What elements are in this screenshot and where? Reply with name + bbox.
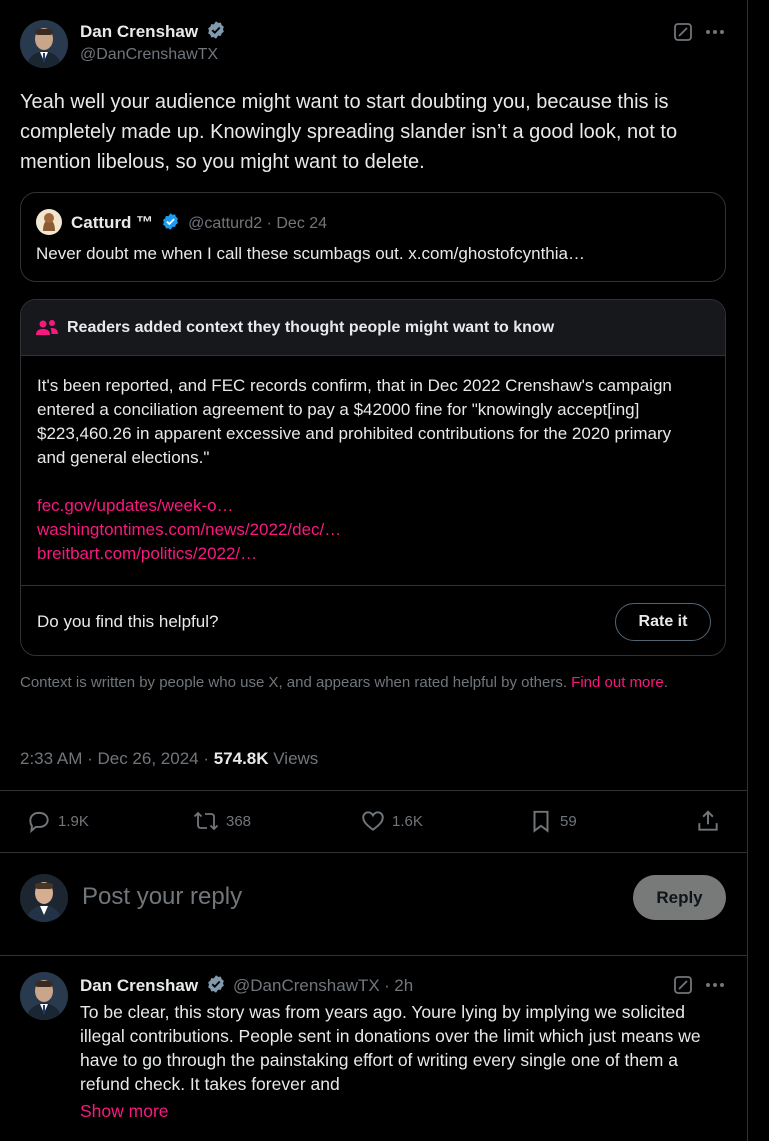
reply-input[interactable]: Post your reply [82, 883, 242, 911]
tweet-timestamp[interactable]: 2:33 AM · Dec 26, 2024 · [20, 749, 214, 768]
bookmark-count: 59 [560, 812, 577, 830]
author-handle[interactable]: @DanCrenshawTX [80, 46, 218, 64]
repost-count: 368 [226, 812, 252, 830]
repost-action[interactable]: 368 [192, 808, 251, 834]
share-icon [698, 810, 718, 831]
show-more-link[interactable]: Show more [80, 1101, 169, 1122]
community-note: Readers added context they thought peopl… [20, 299, 726, 656]
more-icon[interactable] [704, 21, 726, 43]
reply-count: 1.9K [58, 812, 89, 830]
note-source-link-breitbart[interactable]: breitbart.com/politics/2022/… [37, 542, 709, 566]
quote-author-handle: @catturd2 [188, 215, 263, 232]
bookmark-icon [533, 810, 549, 833]
grok-icon[interactable] [672, 21, 694, 43]
find-out-more-link-part2[interactable]: more [630, 674, 664, 691]
author-name[interactable]: Dan Crenshaw [80, 22, 198, 41]
tweet-meta: 2:33 AM · Dec 26, 2024 · 574.8K Views [20, 749, 318, 769]
reply-author-handle[interactable]: @DanCrenshawTX [233, 976, 380, 995]
divider [0, 852, 747, 853]
reply-age[interactable]: 2h [394, 976, 413, 995]
like-icon [362, 811, 384, 831]
find-out-more-link-part1[interactable]: Find out [571, 674, 625, 691]
note-source-link-washingtontimes[interactable]: washingtontimes.com/news/2022/dec/… [37, 518, 709, 542]
divider [0, 790, 747, 791]
quote-date: Dec 24 [276, 215, 328, 232]
repost-icon [193, 811, 219, 831]
quote-separator: · [266, 215, 272, 232]
rate-it-button[interactable]: Rate it [615, 602, 711, 641]
note-source-link-fec[interactable]: fec.gov/updates/week-o… [37, 494, 709, 518]
column-divider [747, 0, 748, 1141]
note-header: Readers added context they thought peopl… [21, 300, 725, 356]
like-action[interactable]: 1.6K [360, 808, 423, 834]
reply-separator: · [384, 976, 390, 995]
note-body-text: It's been reported, and FEC records conf… [37, 376, 672, 467]
people-icon [36, 319, 58, 335]
quote-author-name: Catturd ™ [71, 213, 154, 232]
like-count: 1.6K [392, 812, 423, 830]
note-header-text: Readers added context they thought peopl… [67, 318, 555, 336]
more-icon[interactable] [704, 974, 726, 996]
reply-text: To be clear, this story was from years a… [80, 1002, 701, 1094]
share-action[interactable] [695, 808, 721, 834]
views-label: Views [268, 749, 319, 768]
disclaimer-period: . [663, 674, 668, 691]
grok-icon[interactable] [672, 974, 694, 996]
reply-button[interactable]: Reply [633, 875, 726, 920]
tweet-text: Yeah well your audience might want to st… [20, 91, 678, 173]
quoted-tweet[interactable]: Catturd ™ @catturd2 · Dec 24 Never doubt… [20, 192, 726, 282]
reply-action[interactable]: 1.9K [26, 808, 89, 834]
quote-author-avatar [36, 209, 62, 235]
quote-text: Never doubt me when I call these scumbag… [36, 244, 585, 263]
divider [0, 955, 747, 956]
reply-author-name[interactable]: Dan Crenshaw [80, 976, 198, 995]
current-user-avatar[interactable] [20, 874, 68, 922]
bookmark-action[interactable]: 59 [528, 808, 577, 834]
views-count: 574.8K [213, 749, 269, 768]
reply-icon [29, 811, 49, 834]
verified-badge-icon [207, 975, 224, 993]
verified-badge-icon [207, 21, 224, 39]
verified-badge-icon [162, 213, 178, 230]
context-disclaimer-text: Context is written by people who use X, … [20, 674, 567, 691]
reply-author-avatar[interactable] [20, 972, 68, 1020]
find-out-more-link[interactable]: Find out more [571, 674, 664, 691]
helpful-question: Do you find this helpful? [37, 611, 219, 631]
context-disclaimer: Context is written by people who use X, … [20, 673, 720, 693]
author-avatar[interactable] [20, 20, 68, 68]
